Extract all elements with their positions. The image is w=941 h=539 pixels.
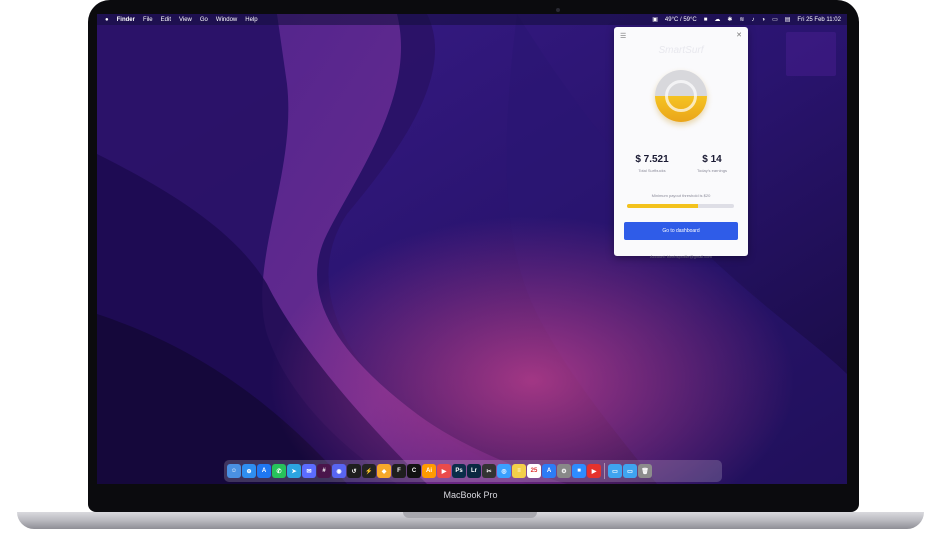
payout-progress-bar [627, 204, 734, 208]
telegram-icon[interactable]: ➤ [287, 464, 301, 478]
dock-separator [604, 463, 605, 479]
menu-help[interactable]: Help [245, 17, 257, 23]
folder-icon[interactable]: ▭ [608, 464, 622, 478]
payout-progress-fill [627, 204, 698, 208]
cloud-icon[interactable]: ☁ [714, 16, 720, 23]
brand-logo-text: SmartSurf [658, 45, 704, 56]
menu-edit[interactable]: Edit [161, 17, 171, 23]
go-to-dashboard-button[interactable]: Go to dashboard [624, 222, 738, 240]
slack-icon[interactable]: # [317, 464, 331, 478]
notes-icon[interactable]: ≡ [512, 464, 526, 478]
finalcut-icon[interactable]: ✂ [482, 464, 496, 478]
zoom-icon[interactable]: ■ [572, 464, 586, 478]
total-value: $ 7.521 [635, 154, 669, 165]
account-text: Account: bleebsprofile@gmail.com [650, 254, 712, 259]
control-center-icon[interactable]: ▤ [785, 16, 791, 23]
total-label: Total Surfbucks [638, 168, 666, 173]
today-label: Today's earnings [697, 168, 727, 173]
video-icon[interactable]: ▶ [587, 464, 601, 478]
appstore2-icon[interactable]: A [542, 464, 556, 478]
laptop-notch [403, 512, 537, 518]
coin-icon [655, 70, 707, 122]
menu-icon[interactable]: ☰ [620, 32, 626, 40]
today-value: $ 14 [702, 154, 722, 165]
cast-icon[interactable]: ▶ [437, 464, 451, 478]
downloads-icon[interactable]: ▭ [623, 464, 637, 478]
safari-icon[interactable]: ⊕ [242, 464, 256, 478]
figma-icon[interactable]: F [392, 464, 406, 478]
menu-finder[interactable]: Finder [117, 17, 135, 23]
battery-icon[interactable]: ▭ [772, 16, 778, 23]
camera [556, 8, 560, 12]
cursor-icon[interactable]: C [407, 464, 421, 478]
discord-icon[interactable]: ◉ [332, 464, 346, 478]
screen: ● Finder File Edit View Go Window Help ▣… [97, 14, 847, 484]
menu-view[interactable]: View [179, 17, 192, 23]
trash-icon[interactable]: 🗑 [638, 464, 652, 478]
menu-file[interactable]: File [143, 17, 153, 23]
menu-go[interactable]: Go [200, 17, 208, 23]
lightroom-icon[interactable]: Lr [467, 464, 481, 478]
close-icon[interactable]: ✕ [736, 31, 742, 39]
wifi-icon[interactable]: ≋ [739, 16, 744, 23]
threshold-text: Minimum payout threshold is $20 [651, 193, 711, 198]
bluetooth-icon[interactable]: ✱ [727, 16, 732, 23]
weather-text[interactable]: 49°C / 59°C [665, 17, 697, 23]
device-label: MacBook Pro [443, 490, 498, 500]
desktop-widget[interactable] [786, 32, 836, 76]
smartsurf-status-icon[interactable]: ▣ [652, 16, 658, 23]
calendar-icon[interactable]: 25 [527, 464, 541, 478]
dock: ☺ ⊕ A ✆ ➤ ✉ # ◉ ↺ ⚡ ◆ F C Ai ▶ Ps Lr ✂ ◎ ≡ 25 A ⚙ ■ ▶ ▭ ▭ 🗑 [224, 460, 722, 482]
menu-window[interactable]: Window [216, 17, 237, 23]
finder-icon[interactable]: ☺ [227, 464, 241, 478]
focus-icon[interactable]: ◑ [761, 17, 765, 23]
photoshop-icon[interactable]: Ps [452, 464, 466, 478]
appstore-icon[interactable]: A [257, 464, 271, 478]
illustrator-icon[interactable]: Ai [422, 464, 436, 478]
chat-icon[interactable]: ■ [704, 17, 708, 23]
settings-icon[interactable]: ⚙ [557, 464, 571, 478]
messenger-icon[interactable]: ✉ [302, 464, 316, 478]
datetime-text[interactable]: Fri 25 Feb 11:02 [797, 17, 841, 23]
total-surfbucks-stat: $ 7.521 Total Surfbucks [622, 154, 682, 173]
today-earnings-stat: $ 14 Today's earnings [682, 154, 742, 173]
linear-icon[interactable]: ⚡ [362, 464, 376, 478]
volume-icon[interactable]: ♪ [751, 17, 754, 23]
apple-icon[interactable]: ● [105, 17, 109, 23]
screenshot-icon[interactable]: ◎ [497, 464, 511, 478]
git-icon[interactable]: ↺ [347, 464, 361, 478]
sketch-icon[interactable]: ◆ [377, 464, 391, 478]
whatsapp-icon[interactable]: ✆ [272, 464, 286, 478]
menu-bar: ● Finder File Edit View Go Window Help ▣… [97, 14, 847, 25]
smartsurf-popup: ☰ ✕ SmartSurf $ 7.521 Total Surfbucks $ … [614, 27, 748, 259]
